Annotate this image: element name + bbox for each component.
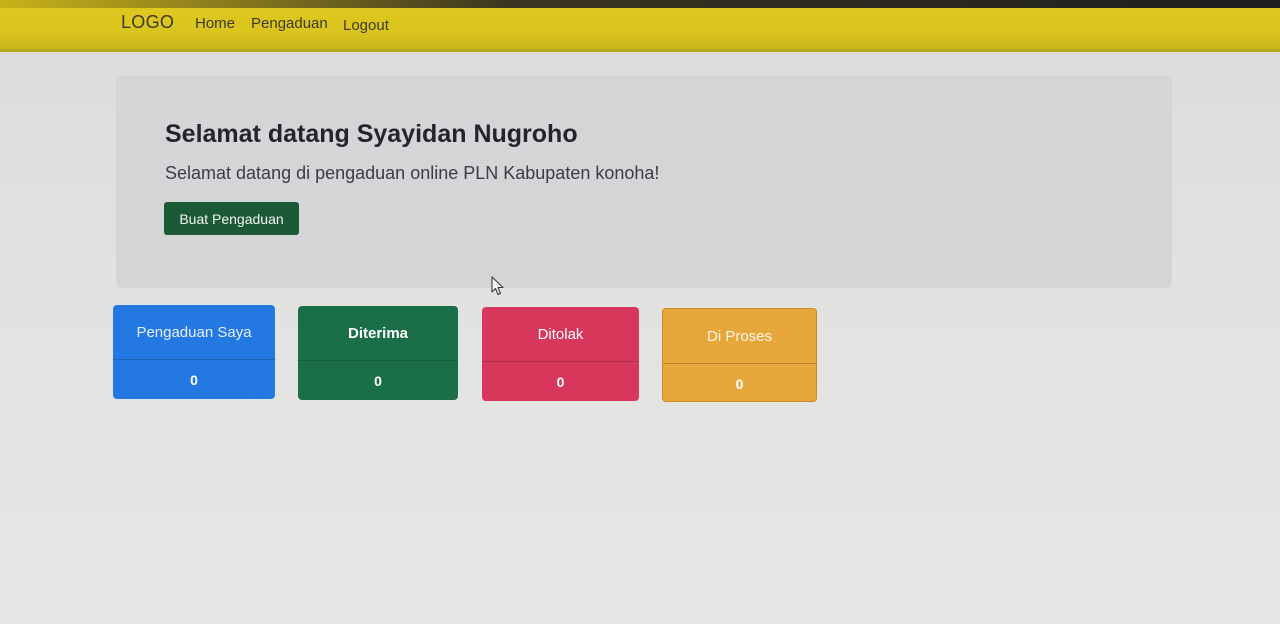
card-di-proses[interactable]: Di Proses 0 bbox=[662, 308, 817, 402]
window-top-edge bbox=[0, 0, 1280, 8]
mouse-pointer-icon bbox=[491, 276, 504, 296]
welcome-title: Selamat datang Syayidan Nugroho bbox=[165, 120, 578, 148]
card-pengaduan-saya[interactable]: Pengaduan Saya 0 bbox=[113, 305, 275, 399]
card-label: Diterima bbox=[298, 306, 458, 361]
card-ditolak[interactable]: Ditolak 0 bbox=[482, 307, 639, 401]
nav-link-logout[interactable]: Logout bbox=[343, 17, 389, 34]
card-label: Pengaduan Saya bbox=[113, 305, 275, 360]
brand-logo[interactable]: LOGO bbox=[121, 12, 174, 33]
card-count: 0 bbox=[556, 373, 565, 390]
card-count: 0 bbox=[735, 375, 744, 392]
card-diterima[interactable]: Diterima 0 bbox=[298, 306, 458, 400]
welcome-jumbotron: Selamat datang Syayidan Nugroho Selamat … bbox=[116, 76, 1172, 288]
nav-link-home[interactable]: Home bbox=[195, 15, 235, 32]
card-count: 0 bbox=[190, 371, 198, 388]
card-count: 0 bbox=[374, 372, 382, 389]
create-complaint-button[interactable]: Buat Pengaduan bbox=[164, 202, 299, 235]
card-label: Di Proses bbox=[663, 309, 816, 364]
welcome-lead-text: Selamat datang di pengaduan online PLN K… bbox=[165, 163, 660, 183]
nav-link-pengaduan[interactable]: Pengaduan bbox=[251, 15, 328, 32]
card-label: Ditolak bbox=[482, 307, 639, 362]
